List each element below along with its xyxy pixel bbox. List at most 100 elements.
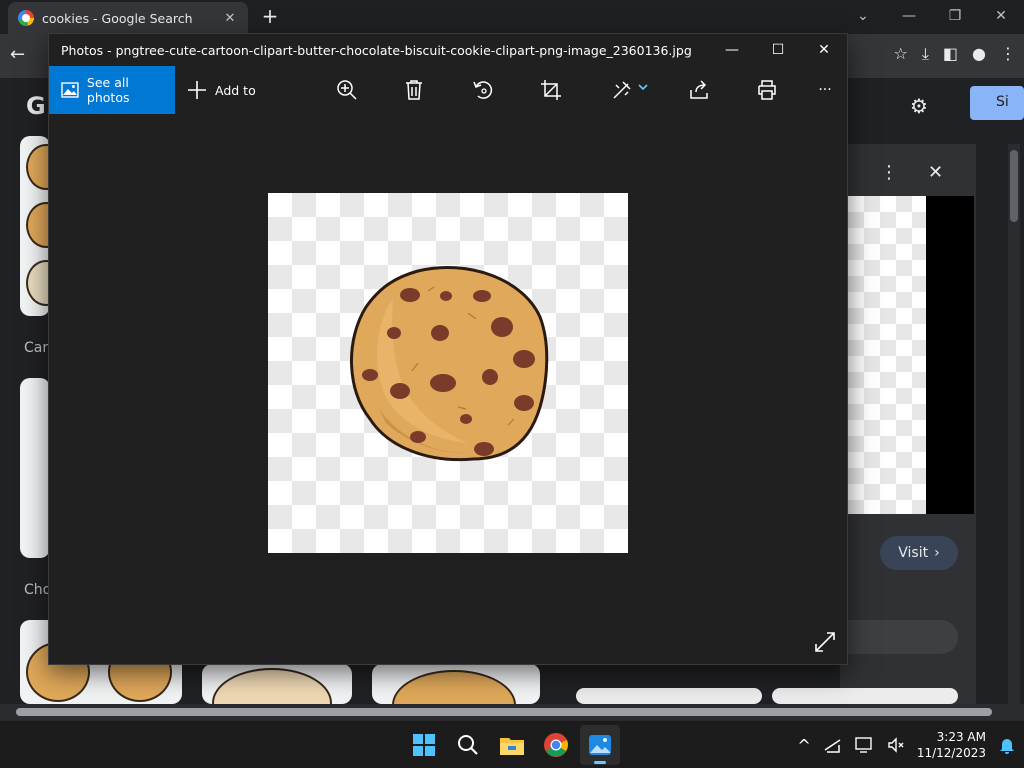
rotate-icon bbox=[473, 81, 493, 99]
download-icon[interactable]: ⤓ bbox=[922, 44, 929, 64]
cookie-thumbnail bbox=[26, 202, 50, 248]
menu-kebab-icon[interactable]: ⋮ bbox=[1000, 44, 1016, 64]
tab-close-icon[interactable]: ✕ bbox=[222, 11, 238, 26]
visit-label: Visit bbox=[898, 545, 929, 561]
zoom-in-icon bbox=[337, 80, 357, 100]
file-explorer-button[interactable] bbox=[492, 725, 532, 765]
search-icon bbox=[458, 735, 478, 755]
page-horizontal-scrollbar[interactable] bbox=[0, 704, 1024, 720]
page-scroll-thumb[interactable] bbox=[1010, 150, 1018, 222]
tray-overflow-chevron-icon[interactable]: ^ bbox=[797, 736, 810, 755]
taskbar-apps bbox=[404, 725, 620, 765]
chrome-window-controls: ⌄ — ❐ ✕ bbox=[840, 0, 1024, 32]
panel-actions: ⋮ ✕ bbox=[880, 162, 943, 183]
tab-title: cookies - Google Search bbox=[42, 10, 193, 26]
edit-button[interactable] bbox=[611, 78, 651, 102]
add-to-label: Add to bbox=[215, 82, 256, 98]
share-button[interactable] bbox=[687, 78, 711, 102]
more-options-button[interactable]: ··· bbox=[813, 78, 837, 102]
photos-window-controls: — ☐ ✕ bbox=[709, 34, 847, 66]
zoom-in-button[interactable] bbox=[335, 78, 359, 102]
windows-taskbar: ^ 3:23 AM 11/12/2023 bbox=[0, 720, 1024, 768]
fullscreen-expand-button[interactable] bbox=[813, 630, 837, 654]
notification-bell-icon[interactable] bbox=[998, 736, 1016, 754]
image-result-thumb[interactable] bbox=[372, 664, 540, 704]
system-tray: ^ 3:23 AM 11/12/2023 bbox=[797, 721, 1016, 768]
bookmark-star-icon[interactable]: ☆ bbox=[893, 44, 907, 64]
printer-icon bbox=[758, 80, 776, 100]
network-off-icon[interactable] bbox=[823, 736, 843, 754]
crop-button[interactable] bbox=[539, 78, 563, 102]
side-panel-icon[interactable]: ◧ bbox=[943, 44, 958, 64]
panel-preview-backdrop bbox=[926, 196, 974, 514]
chevron-right-icon: › bbox=[934, 545, 940, 561]
panel-search-field[interactable] bbox=[840, 620, 958, 654]
see-all-photos-button[interactable]: See all photos bbox=[49, 66, 175, 114]
sign-in-button[interactable]: Si bbox=[970, 86, 1024, 120]
folder-icon bbox=[500, 738, 524, 755]
crop-icon bbox=[541, 80, 561, 100]
delete-button[interactable] bbox=[402, 78, 426, 102]
clock-date: 11/12/2023 bbox=[916, 746, 986, 760]
chrome-taskbar-button[interactable] bbox=[536, 725, 576, 765]
gallery-icon bbox=[61, 82, 79, 98]
see-all-photos-label: See all photos bbox=[86, 75, 130, 105]
print-button[interactable] bbox=[755, 78, 779, 102]
photos-close-button[interactable]: ✕ bbox=[801, 34, 847, 66]
display-icon[interactable] bbox=[855, 736, 875, 754]
edit-wand-icon bbox=[613, 81, 648, 99]
clock-time: 3:23 AM bbox=[936, 730, 986, 744]
share-icon bbox=[690, 80, 708, 99]
photos-minimize-button[interactable]: — bbox=[709, 34, 755, 66]
expand-icon bbox=[815, 632, 835, 652]
cookie-image bbox=[350, 266, 549, 462]
chrome-tabstrip: cookies - Google Search ✕ + ⌄ — ❐ ✕ bbox=[0, 0, 1024, 34]
visit-button[interactable]: Visit › bbox=[880, 536, 958, 570]
cookie-thumbnail bbox=[26, 144, 50, 190]
photos-maximize-button[interactable]: ☐ bbox=[755, 34, 801, 66]
start-button[interactable] bbox=[404, 725, 444, 765]
windows-logo-icon bbox=[413, 734, 435, 756]
photos-window-title: Photos - pngtree-cute-cartoon-clipart-bu… bbox=[61, 42, 692, 58]
cookie-thumbnail bbox=[212, 668, 332, 704]
horizontal-scroll-thumb[interactable] bbox=[16, 708, 992, 716]
new-tab-button[interactable]: + bbox=[258, 4, 282, 28]
chrome-icon bbox=[544, 733, 568, 757]
taskbar-clock[interactable]: 3:23 AM 11/12/2023 bbox=[917, 729, 986, 761]
photos-app-icon bbox=[589, 735, 611, 755]
image-result-thumb[interactable] bbox=[20, 378, 50, 558]
panel-more-icon[interactable]: ⋮ bbox=[880, 162, 898, 183]
photos-taskbar-button[interactable] bbox=[580, 725, 620, 765]
related-image-thumb[interactable] bbox=[576, 688, 762, 704]
related-image-thumb[interactable] bbox=[772, 688, 958, 704]
plus-icon bbox=[188, 81, 206, 99]
chrome-restore-button[interactable]: ❐ bbox=[932, 0, 978, 32]
cookie-thumbnail bbox=[26, 260, 50, 306]
photos-titlebar: Photos - pngtree-cute-cartoon-clipart-bu… bbox=[49, 34, 847, 66]
panel-preview-image[interactable] bbox=[848, 196, 926, 514]
trash-icon bbox=[406, 80, 422, 100]
photo-canvas[interactable] bbox=[268, 193, 628, 553]
taskbar-search-button[interactable] bbox=[448, 725, 488, 765]
browser-tab[interactable]: cookies - Google Search ✕ bbox=[8, 2, 248, 34]
page-vertical-scrollbar[interactable] bbox=[1008, 144, 1020, 704]
google-logo[interactable]: G bbox=[26, 92, 46, 120]
cookie-thumbnail bbox=[392, 670, 516, 704]
add-to-button[interactable]: Add to bbox=[187, 66, 256, 114]
back-arrow-icon[interactable]: ← bbox=[10, 44, 25, 65]
toolbar-actions: ☆ ⤓ ◧ ● ⋮ bbox=[893, 44, 1016, 64]
rotate-button[interactable] bbox=[471, 78, 495, 102]
volume-muted-icon[interactable] bbox=[887, 736, 905, 754]
image-preview-panel: ⋮ ✕ Visit › bbox=[840, 144, 976, 704]
image-result-thumb[interactable] bbox=[20, 136, 50, 316]
panel-close-icon[interactable]: ✕ bbox=[928, 162, 943, 183]
settings-gear-icon[interactable]: ⚙ bbox=[910, 94, 928, 118]
photos-toolbar: See all photos Add to ··· bbox=[49, 66, 847, 114]
chrome-chevron-icon[interactable]: ⌄ bbox=[840, 0, 886, 32]
chrome-minimize-button[interactable]: — bbox=[886, 0, 932, 32]
google-favicon-icon bbox=[18, 10, 34, 26]
image-result-thumb[interactable] bbox=[202, 664, 352, 704]
photos-app-window: Photos - pngtree-cute-cartoon-clipart-bu… bbox=[48, 33, 848, 665]
chrome-close-button[interactable]: ✕ bbox=[978, 0, 1024, 32]
profile-icon[interactable]: ● bbox=[972, 44, 986, 64]
